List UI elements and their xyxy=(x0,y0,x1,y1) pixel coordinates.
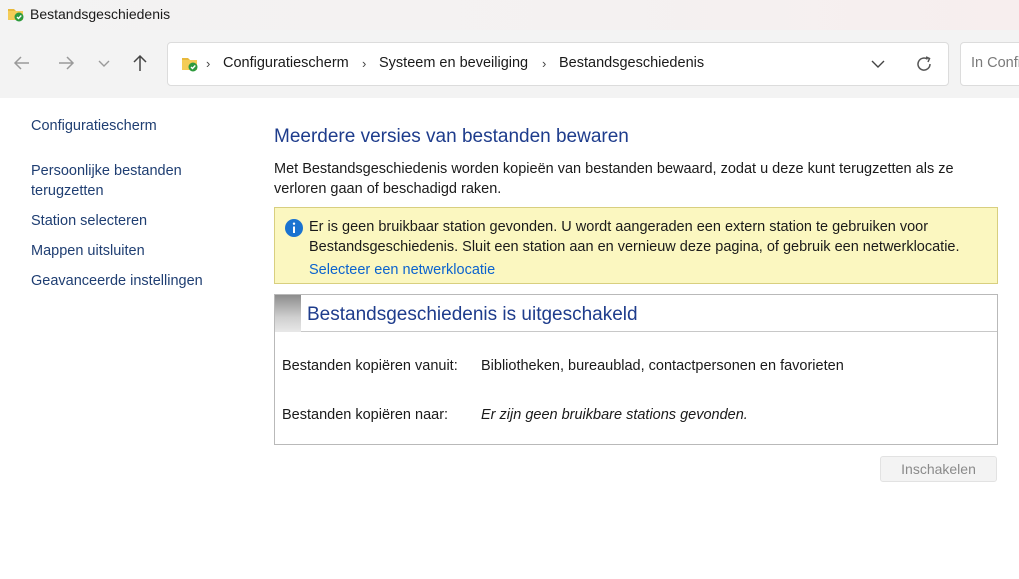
status-indicator-strip xyxy=(275,295,301,332)
sidebar-item-geavanceerde-instellingen[interactable]: Geavanceerde instellingen xyxy=(31,271,231,291)
breadcrumb-separator: › xyxy=(542,56,547,71)
sidebar-item-configuratiescherm[interactable]: Configuratiescherm xyxy=(31,116,231,136)
enable-button[interactable]: Inschakelen xyxy=(880,456,997,482)
chevron-down-icon xyxy=(870,56,886,75)
copy-to-value: Er zijn geen bruikbare stations gevonden… xyxy=(481,407,748,423)
forward-button[interactable] xyxy=(54,51,78,75)
arrow-left-icon xyxy=(12,53,32,73)
chevron-down-icon xyxy=(97,56,111,70)
breadcrumb-bestandsgeschiedenis[interactable]: Bestandsgeschiedenis xyxy=(559,55,704,71)
copy-from-value: Bibliotheken, bureaublad, contactpersone… xyxy=(481,358,844,374)
file-history-folder-icon xyxy=(180,54,200,74)
info-icon xyxy=(284,218,304,238)
arrow-up-icon xyxy=(130,53,150,73)
refresh-icon xyxy=(914,54,934,77)
info-message: Er is geen bruikbaar station gevonden. U… xyxy=(309,219,960,255)
navigation-bar: › Configuratiescherm › Systeem en beveil… xyxy=(0,30,1019,98)
address-bar[interactable]: › Configuratiescherm › Systeem en beveil… xyxy=(167,42,949,86)
file-history-folder-icon xyxy=(7,5,25,23)
status-title: Bestandsgeschiedenis is uitgeschakeld xyxy=(307,304,638,325)
select-network-location-link[interactable]: Selecteer een netwerklocatie xyxy=(309,262,495,278)
info-bar: Er is geen bruikbaar station gevonden. U… xyxy=(274,207,998,284)
breadcrumb-configuratiescherm[interactable]: Configuratiescherm xyxy=(223,55,349,71)
back-button[interactable] xyxy=(10,51,34,75)
breadcrumb-systeem-en-beveiliging[interactable]: Systeem en beveiliging xyxy=(379,55,528,71)
copy-to-label: Bestanden kopiëren naar: xyxy=(282,407,449,423)
page-description: Met Bestandsgeschiedenis worden kopieën … xyxy=(274,161,954,197)
up-button[interactable] xyxy=(128,51,152,75)
recent-locations-button[interactable] xyxy=(92,51,116,75)
copy-from-label: Bestanden kopiëren vanuit: xyxy=(282,358,458,374)
breadcrumb-separator: › xyxy=(206,56,211,71)
breadcrumb-separator: › xyxy=(362,56,367,71)
sidebar-item-persoonlijke-bestanden-terugzetten[interactable]: Persoonlijke bestanden terugzetten xyxy=(31,161,221,201)
arrow-right-icon xyxy=(56,53,76,73)
window-title: Bestandsgeschiedenis xyxy=(30,6,171,22)
title-bar: Bestandsgeschiedenis xyxy=(0,0,1019,30)
page-title: Meerdere versies van bestanden bewaren xyxy=(274,126,629,147)
sidebar-item-station-selecteren[interactable]: Station selecteren xyxy=(31,211,231,231)
status-panel: Bestandsgeschiedenis is uitgeschakeld Be… xyxy=(274,294,998,445)
status-panel-header: Bestandsgeschiedenis is uitgeschakeld xyxy=(275,295,997,332)
search-input[interactable] xyxy=(971,55,1019,71)
refresh-button[interactable] xyxy=(912,53,936,77)
search-box[interactable] xyxy=(960,42,1019,86)
sidebar-item-mappen-uitsluiten[interactable]: Mappen uitsluiten xyxy=(31,241,231,261)
address-dropdown-button[interactable] xyxy=(866,55,890,75)
